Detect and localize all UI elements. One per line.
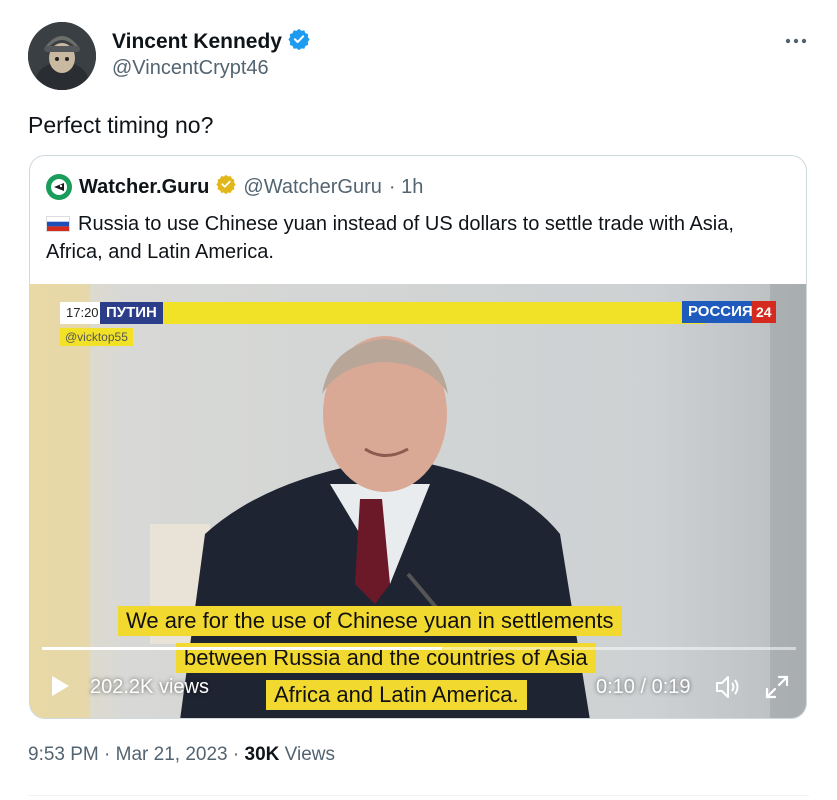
quoted-tweet[interactable]: Watcher.Guru @WatcherGuru · 1h Russia to…: [29, 155, 807, 719]
quoted-name[interactable]: Watcher.Guru: [79, 176, 209, 199]
watermark: @vicktop55: [60, 328, 133, 346]
volume-icon[interactable]: [714, 674, 742, 705]
post-date[interactable]: Mar 21, 2023: [116, 744, 228, 765]
divider: [28, 795, 809, 796]
tweet: Vincent Kennedy @VincentCrypt46 Perfect …: [0, 0, 837, 800]
caption-line-1: We are for the use of Chinese yuan in se…: [118, 606, 622, 636]
author-name[interactable]: Vincent Kennedy: [112, 28, 310, 56]
more-options-icon[interactable]: [783, 28, 809, 54]
caption-line-3: Africa and Latin America.: [266, 680, 527, 710]
tv-label: ПУТИН: [100, 302, 163, 324]
tweet-footer: 9:53 PM · Mar 21, 2023 · 30K Views: [28, 744, 335, 766]
quoted-text: Russia to use Chinese yuan instead of US…: [46, 213, 734, 263]
video-player[interactable]: 17:20 ПУТИН РОССИЯ 24 @vicktop55 We are …: [30, 284, 806, 718]
quoted-header: Watcher.Guru @WatcherGuru · 1h: [46, 174, 423, 200]
separator: ·: [232, 744, 245, 765]
fullscreen-icon[interactable]: [764, 674, 790, 705]
video-progress-fill: [42, 647, 442, 650]
video-time: 0:10 / 0:19: [596, 676, 691, 698]
author-name-text: Vincent Kennedy: [112, 30, 282, 53]
post-time[interactable]: 9:53 PM: [28, 744, 99, 765]
separator: ·: [104, 744, 116, 765]
quoted-handle[interactable]: @WatcherGuru: [243, 176, 382, 199]
tweet-text: Perfect timing no?: [28, 112, 214, 138]
tv-channel-number: 24: [752, 301, 776, 323]
verified-badge-icon: [288, 28, 310, 56]
video-scrubber[interactable]: [42, 647, 796, 650]
author-handle[interactable]: @VincentCrypt46: [112, 57, 269, 80]
russia-flag-icon: [46, 216, 70, 232]
tv-time: 17:20: [60, 302, 105, 324]
gold-verified-badge-icon: [216, 174, 237, 200]
play-icon[interactable]: [50, 675, 70, 702]
views-count: 30K: [244, 744, 280, 765]
quoted-avatar[interactable]: [46, 174, 72, 200]
author-avatar[interactable]: [28, 22, 96, 90]
views-label: Views: [284, 744, 335, 765]
video-views: 202.2K views: [90, 676, 209, 698]
quoted-time[interactable]: · 1h: [389, 176, 423, 199]
tv-channel: РОССИЯ: [682, 301, 759, 323]
quoted-text-block: Russia to use Chinese yuan instead of US…: [46, 210, 786, 266]
